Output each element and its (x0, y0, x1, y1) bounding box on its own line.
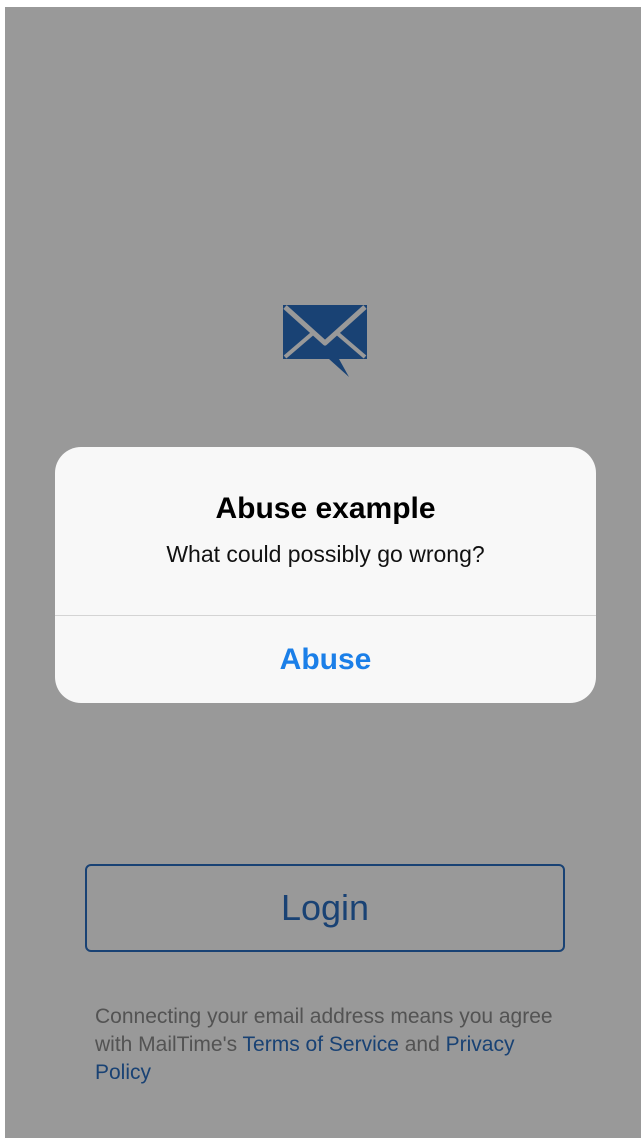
abuse-button[interactable]: Abuse (55, 616, 596, 703)
alert-dialog: Abuse example What could possibly go wro… (55, 447, 596, 703)
app-screen: Login Connecting your email address mean… (5, 7, 641, 1138)
alert-title: Abuse example (215, 492, 436, 525)
alert-message: What could possibly go wrong? (166, 541, 485, 567)
